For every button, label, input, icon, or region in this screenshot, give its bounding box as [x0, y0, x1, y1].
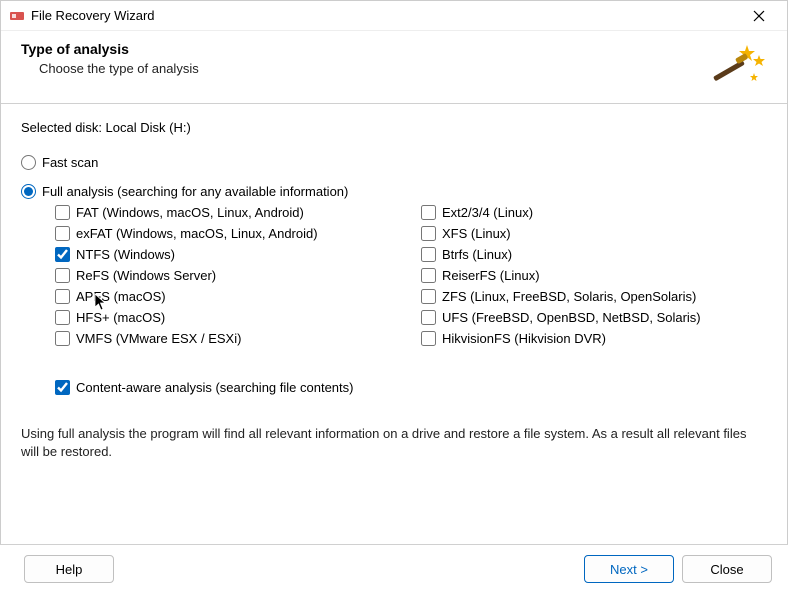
analysis-description: Using full analysis the program will fin…	[21, 425, 767, 473]
wizard-content: Selected disk: Local Disk (H:) Fast scan…	[1, 104, 787, 481]
checkbox-ntfs-label: NTFS (Windows)	[76, 247, 175, 262]
checkbox-reiserfs-input[interactable]	[421, 268, 436, 283]
checkbox-ext[interactable]: Ext2/3/4 (Linux)	[421, 205, 767, 220]
checkbox-refs-input[interactable]	[55, 268, 70, 283]
checkbox-refs-label: ReFS (Windows Server)	[76, 268, 216, 283]
checkbox-refs[interactable]: ReFS (Windows Server)	[55, 268, 401, 283]
checkbox-fat[interactable]: FAT (Windows, macOS, Linux, Android)	[55, 205, 401, 220]
checkbox-ufs-input[interactable]	[421, 310, 436, 325]
checkbox-apfs-label: APFS (macOS)	[76, 289, 166, 304]
checkbox-reiserfs[interactable]: ReiserFS (Linux)	[421, 268, 767, 283]
fast-scan-label: Fast scan	[42, 155, 98, 170]
checkbox-hikvisionfs-label: HikvisionFS (Hikvision DVR)	[442, 331, 606, 346]
checkbox-vmfs-label: VMFS (VMware ESX / ESXi)	[76, 331, 241, 346]
checkbox-hfs[interactable]: HFS+ (macOS)	[55, 310, 401, 325]
fast-scan-option[interactable]: Fast scan	[21, 155, 767, 170]
titlebar: File Recovery Wizard	[1, 1, 787, 31]
checkbox-fat-input[interactable]	[55, 205, 70, 220]
checkbox-btrfs[interactable]: Btrfs (Linux)	[421, 247, 767, 262]
checkbox-xfs-input[interactable]	[421, 226, 436, 241]
close-icon	[753, 10, 765, 22]
checkbox-hikvisionfs[interactable]: HikvisionFS (Hikvision DVR)	[421, 331, 767, 346]
checkbox-ufs[interactable]: UFS (FreeBSD, OpenBSD, NetBSD, Solaris)	[421, 310, 767, 325]
filesystem-column-left: FAT (Windows, macOS, Linux, Android) exF…	[55, 205, 401, 352]
checkbox-vmfs[interactable]: VMFS (VMware ESX / ESXi)	[55, 331, 401, 346]
checkbox-zfs-label: ZFS (Linux, FreeBSD, Solaris, OpenSolari…	[442, 289, 696, 304]
checkbox-xfs-label: XFS (Linux)	[442, 226, 511, 241]
full-analysis-option[interactable]: Full analysis (searching for any availab…	[21, 184, 767, 199]
checkbox-content-aware[interactable]: Content-aware analysis (searching file c…	[55, 380, 767, 395]
checkbox-ext-label: Ext2/3/4 (Linux)	[442, 205, 533, 220]
checkbox-hfs-label: HFS+ (macOS)	[76, 310, 165, 325]
checkbox-exfat[interactable]: exFAT (Windows, macOS, Linux, Android)	[55, 226, 401, 241]
selected-disk-label: Selected disk: Local Disk (H:)	[21, 120, 767, 135]
wizard-icon	[707, 41, 767, 91]
checkbox-ntfs[interactable]: NTFS (Windows)	[55, 247, 401, 262]
checkbox-apfs[interactable]: APFS (macOS)	[55, 289, 401, 304]
filesystem-grid: FAT (Windows, macOS, Linux, Android) exF…	[55, 205, 767, 352]
checkbox-ntfs-input[interactable]	[55, 247, 70, 262]
checkbox-xfs[interactable]: XFS (Linux)	[421, 226, 767, 241]
close-button[interactable]	[739, 2, 779, 30]
checkbox-hfs-input[interactable]	[55, 310, 70, 325]
full-analysis-label: Full analysis (searching for any availab…	[42, 184, 348, 199]
app-icon	[9, 8, 25, 24]
checkbox-zfs[interactable]: ZFS (Linux, FreeBSD, Solaris, OpenSolari…	[421, 289, 767, 304]
checkbox-exfat-label: exFAT (Windows, macOS, Linux, Android)	[76, 226, 318, 241]
checkbox-content-aware-input[interactable]	[55, 380, 70, 395]
checkbox-fat-label: FAT (Windows, macOS, Linux, Android)	[76, 205, 304, 220]
checkbox-ufs-label: UFS (FreeBSD, OpenBSD, NetBSD, Solaris)	[442, 310, 701, 325]
help-button[interactable]: Help	[24, 555, 114, 583]
checkbox-btrfs-input[interactable]	[421, 247, 436, 262]
window-title: File Recovery Wizard	[31, 8, 739, 23]
checkbox-zfs-input[interactable]	[421, 289, 436, 304]
checkbox-vmfs-input[interactable]	[55, 331, 70, 346]
checkbox-exfat-input[interactable]	[55, 226, 70, 241]
checkbox-content-aware-label: Content-aware analysis (searching file c…	[76, 380, 353, 395]
wizard-header: Type of analysis Choose the type of anal…	[1, 31, 787, 104]
close-footer-button[interactable]: Close	[682, 555, 772, 583]
checkbox-btrfs-label: Btrfs (Linux)	[442, 247, 512, 262]
checkbox-ext-input[interactable]	[421, 205, 436, 220]
next-button[interactable]: Next >	[584, 555, 674, 583]
checkbox-hikvisionfs-input[interactable]	[421, 331, 436, 346]
filesystem-column-right: Ext2/3/4 (Linux) XFS (Linux) Btrfs (Linu…	[421, 205, 767, 352]
wizard-footer: Help Next > Close	[0, 544, 788, 593]
page-subtitle: Choose the type of analysis	[39, 61, 707, 76]
full-analysis-radio[interactable]	[21, 184, 36, 199]
fast-scan-radio[interactable]	[21, 155, 36, 170]
page-title: Type of analysis	[21, 41, 707, 57]
checkbox-reiserfs-label: ReiserFS (Linux)	[442, 268, 540, 283]
checkbox-apfs-input[interactable]	[55, 289, 70, 304]
